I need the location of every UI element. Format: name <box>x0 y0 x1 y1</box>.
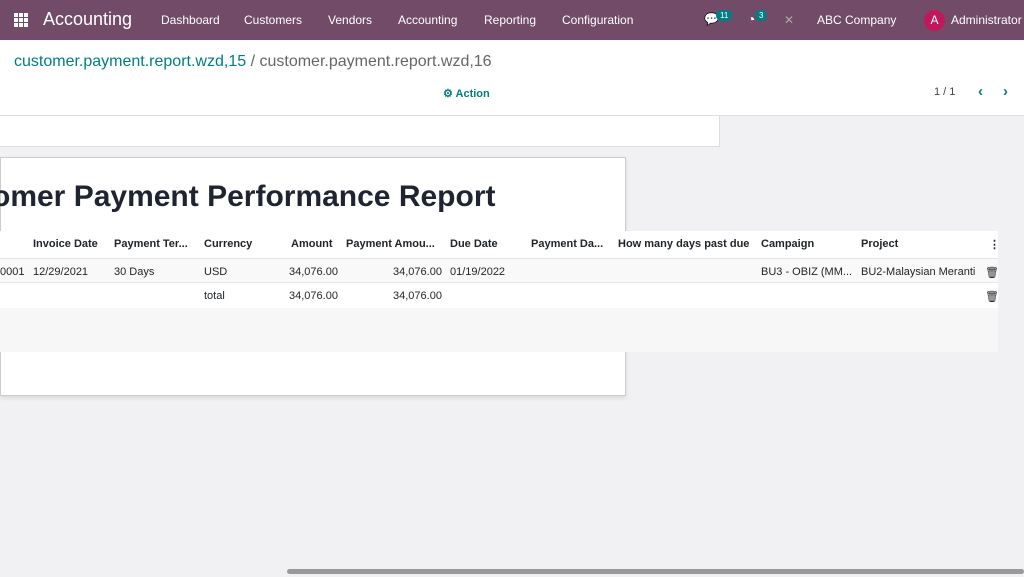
horizontal-scrollbar[interactable] <box>287 569 1024 574</box>
col-payment-amount[interactable]: Payment Amou... <box>346 238 435 250</box>
cell-due-date: 01/19/2022 <box>450 266 506 278</box>
cell-invoice-date: 12/29/2021 <box>33 266 89 278</box>
breadcrumb-parent[interactable]: customer.payment.report.wzd,15 <box>14 53 246 70</box>
col-project[interactable]: Project <box>861 238 898 250</box>
breadcrumb-current: customer.payment.report.wzd,16 <box>259 53 492 70</box>
total-payment-amount: 34,076.00 <box>393 290 442 302</box>
col-amount[interactable]: Amount <box>291 238 333 250</box>
action-label: Action <box>455 88 490 100</box>
messages-badge: 11 <box>716 10 733 21</box>
pager-value[interactable]: 1 / 1 <box>934 86 955 98</box>
control-panel: customer.payment.report.wzd,15 / custome… <box>0 40 1024 116</box>
form-sheet <box>0 116 720 147</box>
table-row[interactable]: 0001 12/29/2021 30 Days USD 34,076.00 34… <box>0 258 999 283</box>
apps-menu-icon[interactable] <box>14 13 28 27</box>
app-title[interactable]: Accounting <box>43 9 132 30</box>
col-payment-terms[interactable]: Payment Ter... <box>114 238 188 250</box>
delete-row-icon[interactable]: 🗑 <box>985 266 999 279</box>
avatar[interactable]: A <box>924 10 945 31</box>
menu-accounting[interactable]: Accounting <box>398 13 457 27</box>
cell-payment-terms: 30 Days <box>114 266 155 278</box>
cell-campaign: BU3 - OBIZ (MM... <box>761 266 853 278</box>
menu-vendors[interactable]: Vendors <box>328 13 372 27</box>
company-switcher[interactable]: ABC Company <box>817 13 896 27</box>
report-title: omer Payment Performance Report <box>0 180 496 213</box>
optional-columns-icon[interactable]: ⋮ <box>989 238 1000 251</box>
menu-customers[interactable]: Customers <box>244 13 302 27</box>
top-navbar: Accounting Dashboard Customers Vendors A… <box>0 0 1024 40</box>
tools-icon[interactable]: ✕ <box>784 13 794 27</box>
total-label: total <box>204 290 225 302</box>
total-row: total 34,076.00 34,076.00 🗑 <box>0 283 999 308</box>
col-currency[interactable]: Currency <box>204 238 252 250</box>
delete-total-icon[interactable]: 🗑 <box>985 290 999 303</box>
activities-badge: 3 <box>755 10 768 21</box>
menu-configuration[interactable]: Configuration <box>562 13 633 27</box>
col-due-date[interactable]: Due Date <box>450 238 498 250</box>
breadcrumb-separator: / <box>250 53 256 70</box>
cell-payment-amount: 34,076.00 <box>393 266 442 278</box>
gear-icon: ⚙ <box>443 88 456 100</box>
col-payment-date[interactable]: Payment Da... <box>531 238 603 250</box>
cell-project: BU2-Malaysian Meranti <box>861 266 976 278</box>
col-campaign[interactable]: Campaign <box>761 238 814 250</box>
menu-dashboard[interactable]: Dashboard <box>161 13 220 27</box>
menu-reporting[interactable]: Reporting <box>484 13 536 27</box>
breadcrumb: customer.payment.report.wzd,15 / custome… <box>14 53 492 71</box>
pager-next-icon[interactable]: › <box>1003 83 1008 100</box>
total-amount: 34,076.00 <box>289 290 338 302</box>
report-table: Invoice Date Payment Ter... Currency Amo… <box>0 231 1000 352</box>
col-days-past-due[interactable]: How many days past due <box>618 238 749 250</box>
action-button[interactable]: ⚙ Action <box>443 87 490 100</box>
cell-currency: USD <box>204 266 228 278</box>
pager-prev-icon[interactable]: ‹ <box>978 83 983 100</box>
cell-number: 0001 <box>0 266 25 278</box>
table-header: Invoice Date Payment Ter... Currency Amo… <box>0 231 1000 258</box>
cell-amount: 34,076.00 <box>289 266 338 278</box>
user-menu[interactable]: Administrator <box>951 13 1022 27</box>
col-invoice-date[interactable]: Invoice Date <box>33 238 98 250</box>
